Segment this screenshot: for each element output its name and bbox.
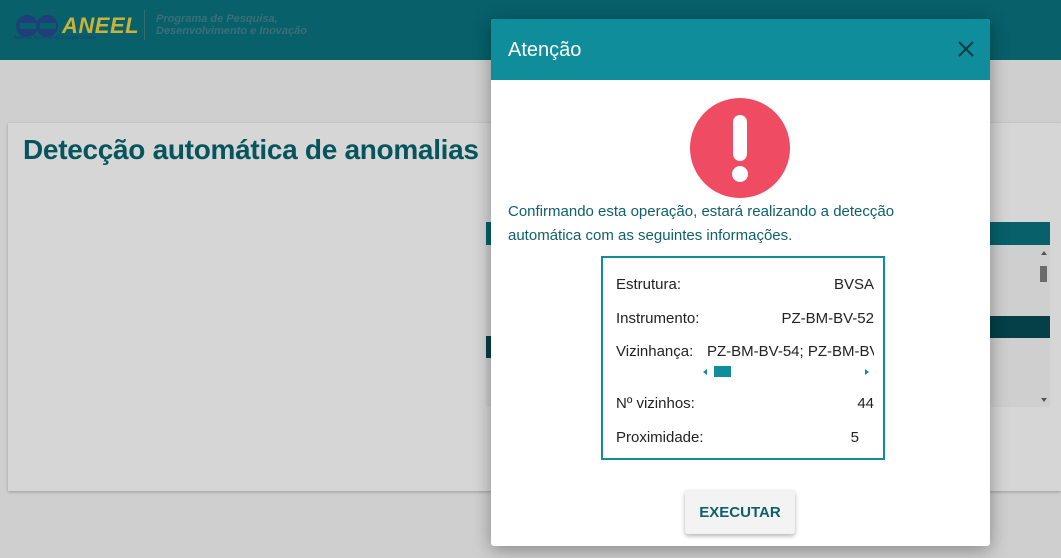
vizinhanca-value: PZ-BM-BV-54; PZ-BM-BV- xyxy=(707,343,874,360)
info-row-n-vizinhos: Nº vizinhos: 44 xyxy=(616,392,874,414)
info-summary-box: Estrutura: BVSA Instrumento: PZ-BM-BV-52… xyxy=(601,256,885,460)
logo-divider xyxy=(144,10,145,40)
n-vizinhos-value: 44 xyxy=(857,394,874,412)
n-vizinhos-label: Nº vizinhos: xyxy=(616,394,695,412)
program-line-1: Programa de Pesquisa, xyxy=(156,13,278,25)
info-row-instrumento: Instrumento: PZ-BM-BV-52 xyxy=(616,307,874,329)
estrutura-value: BVSA xyxy=(833,275,874,293)
proximidade-label: Proximidade: xyxy=(616,428,704,446)
dialog-header: Atenção xyxy=(491,19,990,80)
vizinhanca-label: Vizinhança: xyxy=(616,343,694,360)
dialog-title: Atenção xyxy=(508,39,582,61)
info-row-estrutura: Estrutura: BVSA xyxy=(616,273,874,295)
close-icon[interactable] xyxy=(953,36,979,62)
scroll-down-icon[interactable] xyxy=(1041,398,1047,402)
logo-subtitle: Agência Nacional de Energia Elétrica xyxy=(14,35,97,41)
scroll-left-icon[interactable] xyxy=(703,369,707,375)
info-row-vizinhanca: Vizinhança: PZ-BM-BV-54; PZ-BM-BV- xyxy=(616,343,874,365)
info-row-proximidade: Proximidade: 5 xyxy=(616,426,859,448)
confirmation-message: Confirmando esta operação, estará realiz… xyxy=(508,203,895,244)
vizinhanca-scrollbar[interactable] xyxy=(703,365,873,379)
background-table-row xyxy=(990,316,1050,338)
proximidade-value: 5 xyxy=(850,428,859,446)
execute-button[interactable]: EXECUTAR xyxy=(685,490,795,534)
instrumento-label: Instrumento: xyxy=(616,309,700,327)
scroll-up-icon[interactable] xyxy=(1041,251,1047,255)
background-scrollbar[interactable] xyxy=(1040,266,1047,282)
estrutura-label: Estrutura: xyxy=(616,275,682,293)
scrollbar-thumb[interactable] xyxy=(714,366,731,377)
exclamation-icon xyxy=(690,98,790,198)
program-line-2: Desenvolvimento e Inovação xyxy=(156,25,307,37)
confirmation-dialog: Atenção Confirmando esta operação, estar… xyxy=(491,19,990,546)
page-title: Detecção automática de anomalias xyxy=(23,134,479,165)
scroll-right-icon[interactable] xyxy=(865,369,869,375)
instrumento-value: PZ-BM-BV-52 xyxy=(781,309,874,327)
program-title: Programa de Pesquisa, Desenvolvimento e … xyxy=(156,13,307,37)
